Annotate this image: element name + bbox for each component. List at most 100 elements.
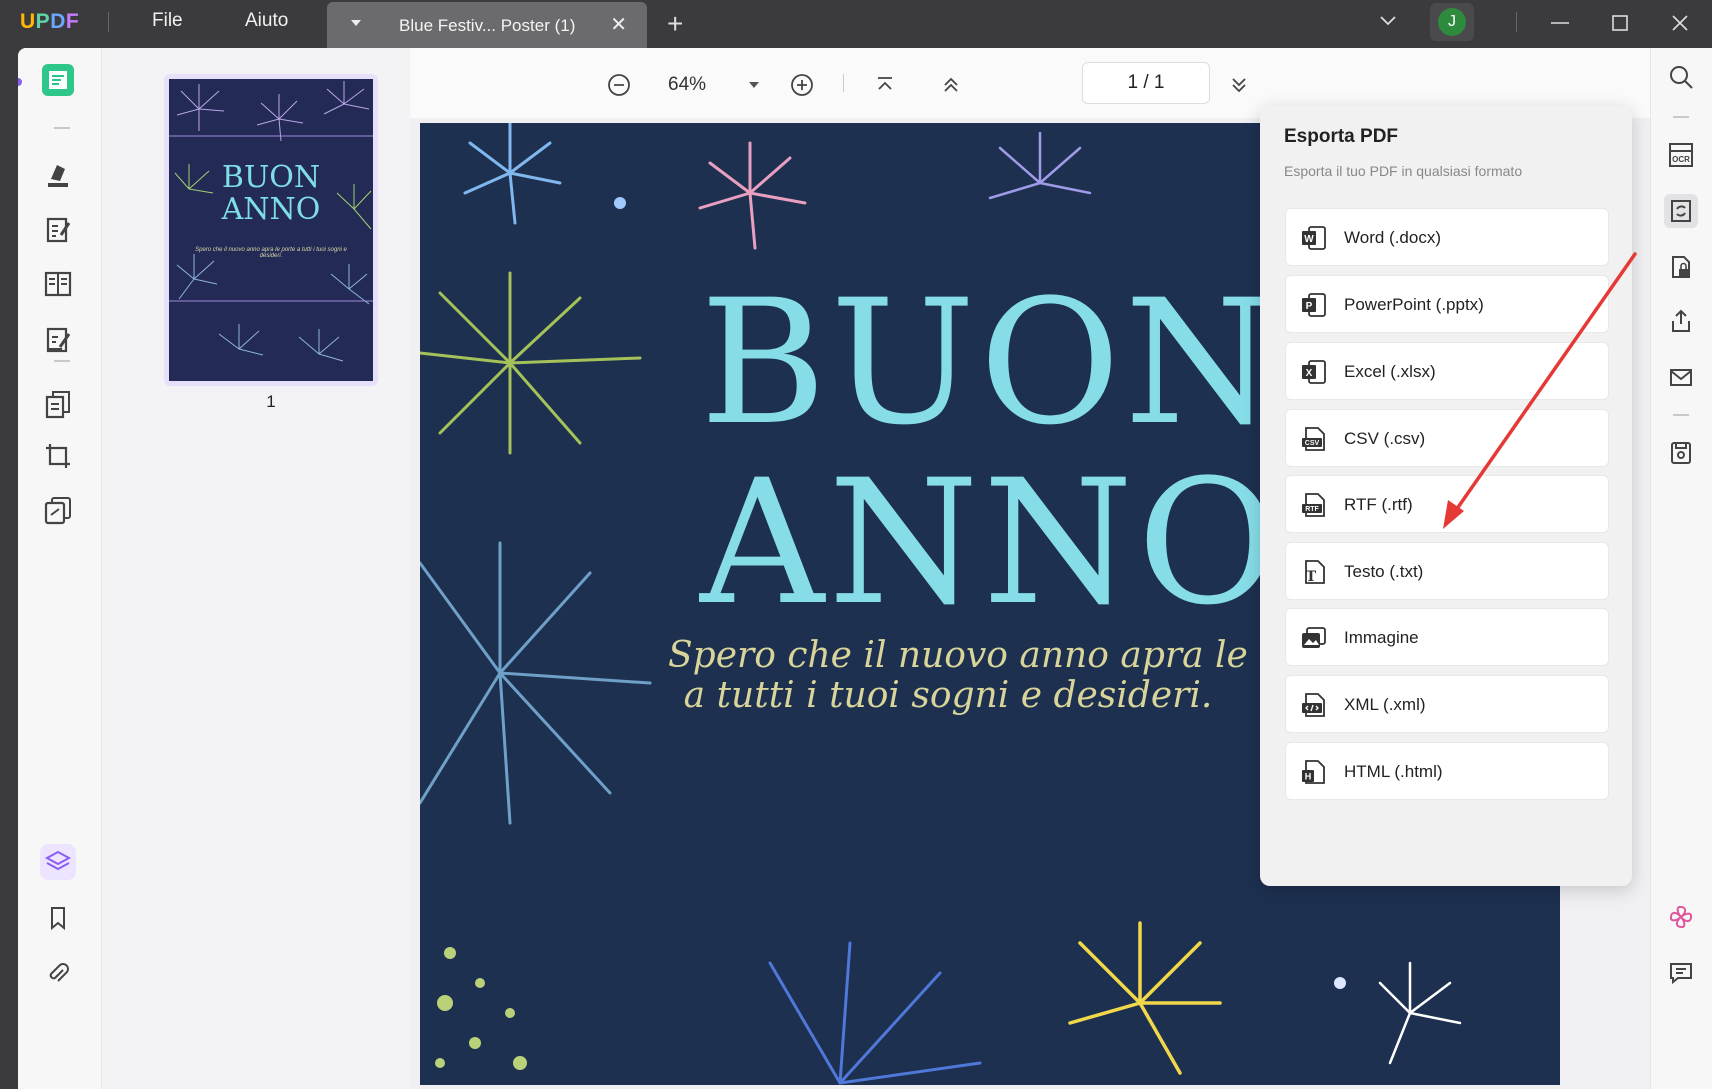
window-close-icon[interactable]: [1665, 8, 1695, 38]
maximize-icon[interactable]: [1605, 8, 1635, 38]
comments-icon[interactable]: [1664, 956, 1698, 990]
rail-separator: [1673, 116, 1689, 118]
html-icon: H: [1300, 758, 1328, 786]
export-excel-button[interactable]: X Excel (.xlsx): [1285, 342, 1609, 400]
export-html-label: HTML (.html): [1344, 762, 1443, 781]
crop-icon[interactable]: [40, 438, 76, 474]
edit-pdf-icon[interactable]: [40, 212, 76, 248]
svg-text:H: H: [1305, 772, 1312, 782]
title-separator: [108, 12, 109, 32]
tab-title: Blue Festiv... Poster (1): [399, 16, 576, 35]
notification-dot: [18, 78, 22, 86]
thumbnail-title-line2: ANNO: [221, 192, 321, 227]
image-icon: [1300, 624, 1328, 652]
export-excel-label: Excel (.xlsx): [1344, 362, 1436, 381]
avatar: J: [1438, 8, 1466, 36]
menu-help[interactable]: Aiuto: [245, 10, 288, 32]
export-xml-label: XML (.xml): [1344, 695, 1426, 714]
share-icon[interactable]: [1664, 304, 1698, 338]
thumbnail-page-number: 1: [266, 392, 276, 411]
thumbnail-title-line1: BUON: [221, 160, 321, 195]
app-window: BUON ANNO Spero che il nuovo anno apra l…: [18, 48, 1712, 1089]
title-bar: UPDF File Aiuto Blue Festiv... Poster (1…: [0, 0, 1712, 48]
export-csv-button[interactable]: CSV CSV (.csv): [1285, 409, 1609, 467]
protect-icon[interactable]: [1664, 250, 1698, 284]
previous-page-icon[interactable]: [936, 70, 966, 100]
export-powerpoint-label: PowerPoint (.pptx): [1344, 295, 1484, 314]
export-image-button[interactable]: Immagine: [1285, 608, 1609, 666]
bookmark-icon[interactable]: [40, 900, 76, 936]
export-rtf-button[interactable]: RTF RTF (.rtf): [1285, 475, 1609, 533]
ai-assistant-icon[interactable]: [1664, 900, 1698, 934]
save-icon[interactable]: [1664, 436, 1698, 470]
rail-separator: [54, 127, 70, 129]
svg-text:W: W: [1304, 234, 1314, 245]
reader-mode-icon[interactable]: [40, 62, 76, 98]
svg-text:CSV: CSV: [1305, 440, 1320, 447]
export-rtf-label: RTF (.rtf): [1344, 495, 1413, 514]
attachment-icon[interactable]: [40, 956, 76, 992]
xml-icon: [1300, 691, 1328, 719]
layers-icon[interactable]: [40, 844, 76, 880]
organize-pages-icon[interactable]: [40, 386, 76, 422]
poster-script-line1: Spero che il nuovo anno apra le po: [668, 635, 1304, 676]
right-tool-rail: OCR: [1650, 48, 1712, 1089]
page-thumbnail[interactable]: BUON ANNO Spero che il nuovo anno apra l…: [164, 74, 378, 386]
export-word-button[interactable]: W Word (.docx): [1285, 208, 1609, 266]
powerpoint-icon: P: [1300, 291, 1328, 319]
thumbnail-image: BUON ANNO Spero che il nuovo anno apra l…: [169, 79, 373, 381]
text-icon: T: [1300, 558, 1328, 586]
batch-tools-icon[interactable]: [40, 492, 76, 528]
svg-text:T: T: [1306, 569, 1317, 585]
sign-icon[interactable]: [40, 322, 76, 358]
zoom-dropdown-icon[interactable]: [749, 82, 759, 88]
convert-icon[interactable]: [1664, 194, 1698, 228]
left-tool-rail: [18, 48, 102, 1089]
excel-icon: X: [1300, 358, 1328, 386]
export-csv-label: CSV (.csv): [1344, 429, 1426, 448]
poster-title-line1: BUON: [700, 262, 1279, 463]
next-page-icon[interactable]: [1224, 70, 1254, 100]
rail-separator: [1673, 414, 1689, 416]
poster-script-line2: a tutti i tuoi sogni e desideri.: [683, 675, 1213, 716]
document-tab[interactable]: Blue Festiv... Poster (1) ✕: [327, 2, 647, 48]
export-text-label: Testo (.txt): [1344, 562, 1424, 581]
minimize-icon[interactable]: [1545, 8, 1575, 38]
search-icon[interactable]: [1664, 60, 1698, 94]
new-tab-icon[interactable]: +: [667, 8, 683, 40]
csv-icon: CSV: [1300, 425, 1328, 453]
page-number-field[interactable]: 1 / 1: [1082, 62, 1210, 104]
zoom-level[interactable]: 64%: [668, 74, 706, 96]
export-html-button[interactable]: H HTML (.html): [1285, 742, 1609, 800]
export-powerpoint-button[interactable]: P PowerPoint (.pptx): [1285, 275, 1609, 333]
zoom-out-icon[interactable]: [604, 70, 634, 100]
export-pdf-panel: Esporta PDF Esporta il tuo PDF in qualsi…: [1260, 106, 1632, 886]
export-panel-subtitle: Esporta il tuo PDF in qualsiasi formato: [1284, 163, 1523, 179]
thumbnail-panel: BUON ANNO Spero che il nuovo anno apra l…: [102, 48, 410, 1089]
chevron-down-icon[interactable]: [1378, 10, 1398, 35]
svg-text:OCR: OCR: [1672, 155, 1690, 164]
export-panel-title: Esporta PDF: [1284, 126, 1399, 147]
toolbar-separator: [843, 74, 844, 92]
rtf-icon: RTF: [1300, 491, 1328, 519]
account-button[interactable]: J: [1430, 3, 1474, 41]
title-separator-right: [1516, 12, 1517, 32]
export-xml-button[interactable]: XML (.xml): [1285, 675, 1609, 733]
highlighter-icon[interactable]: [40, 156, 76, 192]
tab-dropdown-icon[interactable]: [351, 20, 361, 26]
mail-icon[interactable]: [1664, 360, 1698, 394]
svg-text:P: P: [1306, 301, 1313, 312]
zoom-in-icon[interactable]: [787, 70, 817, 100]
export-word-label: Word (.docx): [1344, 228, 1441, 247]
word-icon: W: [1300, 224, 1328, 252]
ocr-icon[interactable]: OCR: [1664, 138, 1698, 172]
tab-close-icon[interactable]: ✕: [610, 12, 627, 37]
poster-title-line2: ANNO: [700, 442, 1283, 643]
updf-logo[interactable]: UPDF: [20, 10, 79, 34]
svg-text:RTF: RTF: [1305, 506, 1319, 513]
menu-file[interactable]: File: [152, 10, 183, 32]
rail-separator: [54, 360, 70, 362]
first-page-icon[interactable]: [870, 70, 900, 100]
export-text-button[interactable]: T Testo (.txt): [1285, 542, 1609, 600]
form-icon[interactable]: [40, 266, 76, 302]
